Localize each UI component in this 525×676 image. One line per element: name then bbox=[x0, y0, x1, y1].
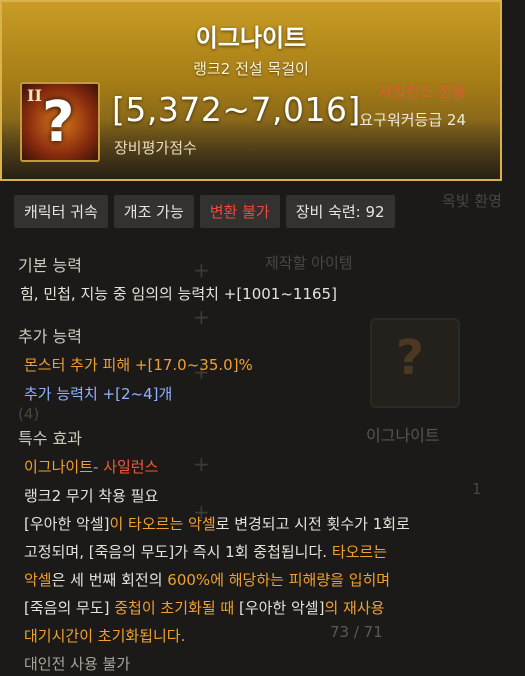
gear-score: [5,372~7,016] bbox=[112, 90, 361, 129]
gear-score-label: 장비평가점수 bbox=[114, 139, 197, 157]
effect-text: 의 bbox=[148, 571, 168, 589]
bg-quantity: 1 bbox=[472, 480, 482, 498]
bg-craft-title: 제작할 아이템 bbox=[265, 254, 353, 272]
special-skill-line: 이그나이트- 사일런스 bbox=[24, 456, 158, 477]
effect-text: 고정되며, bbox=[24, 543, 89, 561]
tooltip-header: 이그나이트 랭크2 전설 목걸이 II ? [5,372~7,016] 장비평가… bbox=[0, 0, 502, 181]
effect-text: 타오르는 bbox=[331, 543, 388, 561]
extra-stats-title: 추가 능력 bbox=[18, 327, 82, 346]
bg-craft-item-frame: ? bbox=[370, 318, 460, 408]
bg-side-count: (4) bbox=[18, 405, 40, 423]
basic-stat-line: 힘, 민첩, 지능 중 임의의 능력치 +[1001~1165] bbox=[20, 285, 337, 303]
effect-line-2: 고정되며, [죽음의 무도]가 즉시 1회 중첩됩니다. 타오르는 bbox=[24, 541, 387, 562]
monster-damage-stat: 몬스터 추가 피해 +[17.0~35.0]% bbox=[24, 356, 253, 374]
basic-stats-title: 기본 능력 bbox=[18, 256, 82, 275]
effect-text: [죽음의 무도] bbox=[24, 599, 110, 617]
extra-stat-count: 추가 능력치 +[2~4]개 bbox=[24, 385, 173, 403]
tag-mastery: 장비 숙련: 92 bbox=[285, 195, 395, 228]
effect-text: 에 해당하는 피해량을 입히며 bbox=[210, 571, 391, 589]
weapon-requirement: 랭크2 무기 착용 필요 bbox=[24, 487, 159, 505]
effect-text: 악셀 bbox=[24, 571, 52, 589]
tag-modify: 개조 가능 bbox=[113, 195, 194, 228]
special-skill-class: 사일런스 bbox=[103, 458, 159, 476]
effect-text: [우아한 악셀] bbox=[24, 515, 110, 533]
tag-convert: 변환 불가 bbox=[199, 195, 280, 228]
item-name: 이그나이트 bbox=[195, 24, 307, 52]
tag-bind: 캐릭터 귀속 bbox=[14, 195, 108, 228]
effect-text: [우아한 악셀] bbox=[238, 599, 325, 617]
special-skill-name: 이그나이트 bbox=[24, 458, 94, 476]
effect-line-1: [우아한 악셀]이 타오르는 악셀로 변경되고 시전 횟수가 1회로 bbox=[24, 513, 410, 534]
item-type: 랭크2 전설 목걸이 bbox=[193, 60, 309, 78]
effect-text: 의 재사용 bbox=[324, 599, 385, 617]
pvp-restriction: 대인전 사용 불가 bbox=[24, 655, 131, 673]
class-restriction: 사일런스 전용 bbox=[378, 83, 466, 101]
bg-progress-text: 73 / 71 bbox=[330, 623, 383, 641]
effect-line-5: 대기시간이 초기화됩니다. bbox=[24, 627, 186, 645]
effect-text: [죽음의 무도] bbox=[88, 543, 175, 561]
special-skill-separator: - bbox=[93, 458, 104, 476]
effect-text: 중첩이 초기화될 때 bbox=[109, 599, 239, 617]
effect-text: 로 변경되고 시전 횟수가 1회로 bbox=[215, 515, 410, 533]
effect-line-3: 악셀은 세 번째 회전의 600%에 해당하는 피해량을 입히며 bbox=[24, 569, 390, 590]
rank-badge: II bbox=[27, 86, 42, 105]
special-effect-title: 특수 효과 bbox=[18, 429, 82, 448]
effect-text: 이 타오르는 악셀 bbox=[109, 515, 216, 533]
bg-craft-item-name: 이그나이트 bbox=[366, 426, 440, 445]
bg-plus-icon: + bbox=[193, 452, 210, 476]
bg-plus-icon: + bbox=[193, 258, 210, 282]
effect-text: 은 세 번째 회전 bbox=[51, 571, 149, 589]
bg-plus-icon: + bbox=[193, 305, 210, 329]
effect-text: 가 즉시 1회 중첩됩니다. bbox=[174, 543, 332, 561]
required-level: 요구워커등급 24 bbox=[359, 111, 466, 129]
effect-line-4: [죽음의 무도] 중첩이 초기화될 때 [우아한 악셀]의 재사용 bbox=[24, 597, 384, 618]
item-icon: II ? bbox=[20, 82, 100, 162]
effect-text: 600% bbox=[167, 571, 211, 589]
bg-tab-right: 옥빛 환영 bbox=[442, 192, 502, 210]
item-tags: 캐릭터 귀속 개조 가능 변환 불가 장비 숙련: 92 bbox=[14, 195, 395, 228]
question-mark-icon: ? bbox=[42, 90, 75, 155]
